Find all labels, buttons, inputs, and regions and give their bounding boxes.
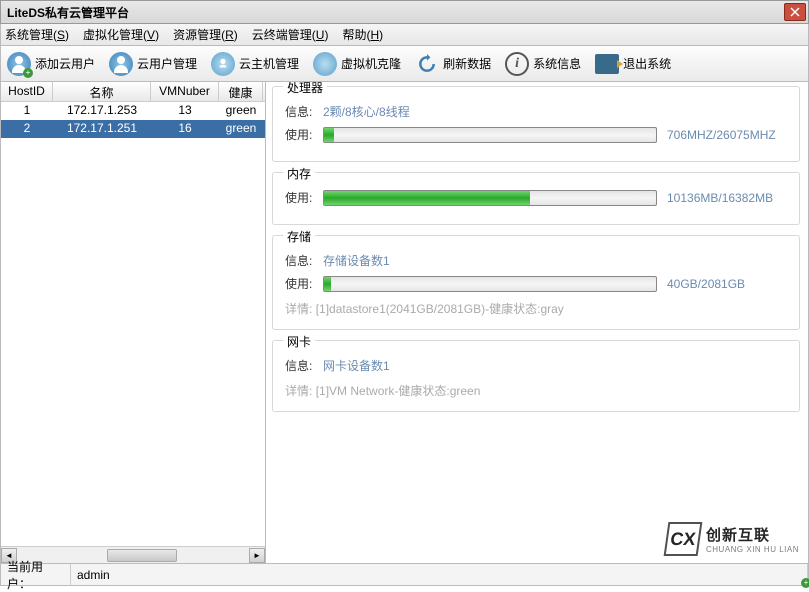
close-button[interactable] [784, 3, 806, 21]
watermark: CX 创新互联 CHUANG XIN HU LIAN [666, 522, 799, 556]
menu-help[interactable]: 帮助(H) [342, 26, 383, 43]
refresh-button[interactable]: 刷新数据 [415, 52, 491, 76]
memory-title: 内存 [283, 165, 315, 182]
clone-icon: + [313, 52, 337, 76]
menu-terminal[interactable]: 云终端管理(U) [252, 26, 329, 43]
manage-cloud-user-button[interactable]: 云用户管理 [109, 52, 197, 76]
current-user-value: admin [71, 564, 808, 585]
storage-title: 存储 [283, 228, 315, 245]
cpu-group: 处理器 信息: 2颗/8核心/8线程 使用: 706MHZ/26075MHZ [272, 86, 800, 162]
storage-detail-label: 详情: [285, 302, 312, 316]
menu-resource[interactable]: 资源管理(R) [173, 26, 238, 43]
user-manage-icon [109, 52, 133, 76]
cpu-info-label: 信息: [285, 103, 319, 120]
cpu-usage-value: 706MHZ/26075MHZ [667, 128, 787, 142]
cpu-title: 处理器 [283, 82, 327, 96]
nic-info-label: 信息: [285, 357, 319, 374]
watermark-cn: 创新互联 [706, 524, 799, 545]
storage-info-value: 存储设备数1 [323, 252, 390, 269]
table-body: 1 172.17.1.253 13 green 2 172.17.1.251 1… [1, 102, 265, 546]
storage-info-label: 信息: [285, 252, 319, 269]
nic-detail-label: 详情: [285, 384, 312, 398]
info-icon: i [505, 52, 529, 76]
table-row[interactable]: 1 172.17.1.253 13 green [1, 102, 265, 120]
storage-usage-value: 40GB/2081GB [667, 277, 787, 291]
col-health[interactable]: 健康 [219, 82, 263, 101]
system-info-button[interactable]: i 系统信息 [505, 52, 581, 76]
memory-progress [323, 190, 657, 206]
storage-progress [323, 276, 657, 292]
exit-button[interactable]: 退出系统 [595, 54, 671, 74]
menu-virtualization[interactable]: 虚拟化管理(V) [83, 26, 159, 43]
memory-usage-value: 10136MB/16382MB [667, 191, 787, 205]
user-add-icon: + [7, 52, 31, 76]
mem-use-label: 使用: [285, 189, 319, 206]
menu-system[interactable]: 系统管理(S) [5, 26, 69, 43]
storage-use-label: 使用: [285, 275, 319, 292]
menubar: 系统管理(S) 虚拟化管理(V) 资源管理(R) 云终端管理(U) 帮助(H) [0, 24, 809, 46]
host-table-panel: HostID 名称 VMNuber 健康 1 172.17.1.253 13 g… [1, 82, 266, 563]
close-icon [790, 7, 800, 17]
toolbar-label: 退出系统 [623, 55, 671, 72]
cpu-info-value: 2颗/8核心/8线程 [323, 103, 410, 120]
cpu-progress [323, 127, 657, 143]
scroll-thumb[interactable] [107, 549, 177, 562]
col-name[interactable]: 名称 [53, 82, 151, 101]
current-user-label: 当前用户： [1, 564, 71, 585]
table-header: HostID 名称 VMNuber 健康 [1, 82, 265, 102]
vm-clone-button[interactable]: + 虚拟机克隆 [313, 52, 401, 76]
storage-detail-value: [1]datastore1(2041GB/2081GB)-健康状态:gray [316, 302, 564, 316]
toolbar-label: 云用户管理 [137, 55, 197, 72]
add-cloud-user-button[interactable]: + 添加云用户 [7, 52, 95, 76]
nic-title: 网卡 [283, 333, 315, 350]
cloud-host-mgmt-button[interactable]: 云主机管理 [211, 52, 299, 76]
nic-info-value: 网卡设备数1 [323, 357, 390, 374]
nic-detail-value: [1]VM Network-健康状态:green [316, 384, 481, 398]
host-icon [211, 52, 235, 76]
exit-icon [595, 54, 619, 74]
col-hostid[interactable]: HostID [1, 82, 53, 101]
titlebar: LiteDS私有云管理平台 [0, 0, 809, 24]
toolbar-label: 虚拟机克隆 [341, 55, 401, 72]
toolbar-label: 添加云用户 [35, 55, 95, 72]
watermark-logo-icon: CX [664, 522, 703, 556]
nic-group: 网卡 信息: 网卡设备数1 详情: [1]VM Network-健康状态:gre… [272, 340, 800, 412]
main-area: HostID 名称 VMNuber 健康 1 172.17.1.253 13 g… [0, 82, 809, 564]
refresh-icon [415, 52, 439, 76]
toolbar-label: 云主机管理 [239, 55, 299, 72]
toolbar-label: 刷新数据 [443, 55, 491, 72]
table-row[interactable]: 2 172.17.1.251 16 green [1, 120, 265, 138]
detail-panel: 处理器 信息: 2颗/8核心/8线程 使用: 706MHZ/26075MHZ 内… [266, 82, 808, 563]
statusbar: 当前用户： admin [0, 564, 809, 586]
storage-group: 存储 信息: 存储设备数1 使用: 40GB/2081GB 详情: [1]dat… [272, 235, 800, 330]
scroll-right-icon[interactable]: ► [249, 548, 265, 563]
cpu-use-label: 使用: [285, 126, 319, 143]
memory-group: 内存 使用: 10136MB/16382MB [272, 172, 800, 225]
window-title: LiteDS私有云管理平台 [7, 4, 129, 21]
toolbar: + 添加云用户 云用户管理 云主机管理 + 虚拟机克隆 刷新数据 i 系统信息 … [0, 46, 809, 82]
watermark-en: CHUANG XIN HU LIAN [706, 545, 799, 554]
toolbar-label: 系统信息 [533, 55, 581, 72]
col-vmnum[interactable]: VMNuber [151, 82, 219, 101]
